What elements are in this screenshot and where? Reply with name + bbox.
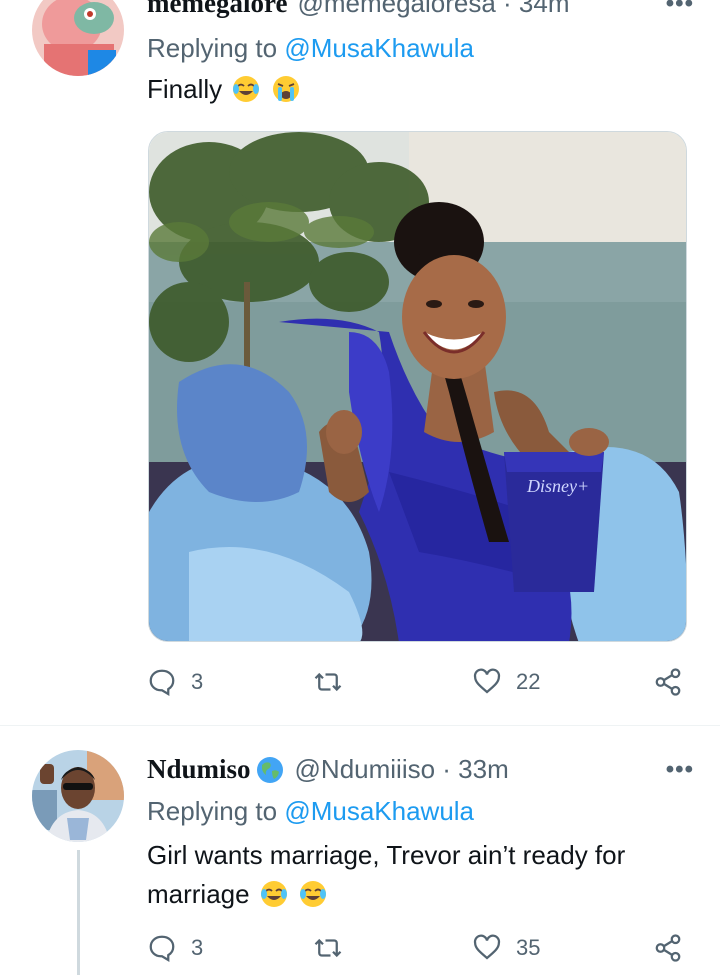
retweet-button[interactable]: [313, 933, 357, 963]
share-button[interactable]: [653, 933, 683, 963]
svg-text:Disney+: Disney+: [526, 476, 589, 496]
tweet-text: Finally: [147, 70, 687, 109]
share-button[interactable]: [653, 667, 683, 697]
replying-to-label: Replying to: [147, 796, 278, 826]
reply-icon: [149, 935, 175, 962]
thread-connector-line: [77, 850, 80, 975]
more-icon[interactable]: •••: [666, 756, 694, 784]
like-count: 35: [516, 935, 541, 960]
heart-icon: [473, 668, 501, 694]
retweet-icon: [314, 672, 342, 692]
tweet-header: memegalore @memegaloresa · 34m: [147, 0, 570, 19]
tweet-header: Ndumiso @Ndumiiiso · 33m: [147, 754, 509, 785]
share-icon: [655, 668, 681, 696]
like-count: 22: [516, 669, 541, 694]
joy-emoji: [300, 881, 327, 907]
reply-icon: [149, 669, 175, 696]
like-button[interactable]: 35: [472, 933, 540, 963]
reply-button[interactable]: 3: [147, 667, 203, 697]
tweet-actions: 3 35: [147, 933, 692, 969]
avatar[interactable]: [32, 0, 124, 76]
globe-icon: [256, 756, 283, 783]
like-button[interactable]: 22: [472, 667, 540, 697]
tweet-actions: 3 22: [147, 667, 692, 703]
photo-woman-blue-dress: Disney+: [149, 132, 686, 641]
more-icon[interactable]: •••: [666, 0, 694, 18]
joy-emoji: [233, 76, 260, 102]
tweet-text: Girl wants marriage, Trevor ain’t ready …: [147, 836, 687, 914]
tweet-media-image[interactable]: Disney+: [148, 131, 687, 642]
tweet-2[interactable]: Ndumiso @Ndumiiiso · 33m ••• Replying to…: [0, 726, 720, 975]
retweet-button[interactable]: [313, 667, 357, 697]
joy-emoji: [260, 881, 287, 907]
mention-link[interactable]: @MusaKhawula: [284, 796, 474, 826]
reply-button[interactable]: 3: [147, 933, 203, 963]
replying-to-line: Replying to @MusaKhawula: [147, 33, 474, 64]
tweet-text-body: Girl wants marriage, Trevor ain’t ready …: [147, 840, 626, 909]
reply-count: 3: [191, 935, 204, 960]
handle-and-time[interactable]: @memegaloresa · 34m: [297, 0, 569, 19]
handle-and-time[interactable]: @Ndumiiiso · 33m: [295, 754, 509, 785]
heart-icon: [473, 934, 501, 960]
reply-count: 3: [191, 669, 204, 694]
display-name[interactable]: Ndumiso: [147, 754, 251, 785]
crying-emoji: [272, 76, 299, 102]
share-icon: [655, 934, 681, 962]
display-name[interactable]: memegalore: [147, 0, 287, 19]
replying-to-label: Replying to: [147, 33, 278, 63]
tweet-1[interactable]: memegalore @memegaloresa · 34m ••• Reply…: [0, 0, 720, 725]
avatar[interactable]: [32, 750, 124, 842]
tweet-text-body: Finally: [147, 74, 223, 104]
retweet-icon: [314, 938, 342, 958]
mention-link[interactable]: @MusaKhawula: [284, 33, 474, 63]
replying-to-line: Replying to @MusaKhawula: [147, 796, 474, 827]
